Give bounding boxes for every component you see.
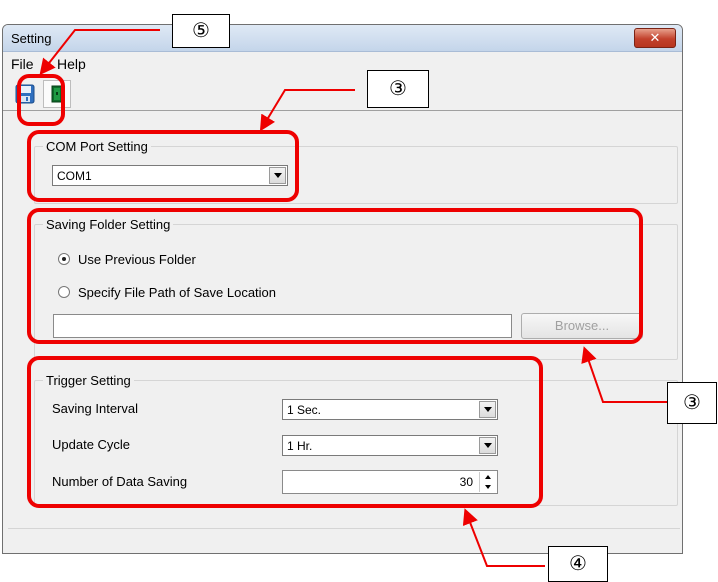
toolbar [3, 76, 682, 112]
highlight-save-button [17, 74, 65, 126]
title-bar: Setting ✕ [3, 25, 682, 52]
menu-help[interactable]: Help [57, 56, 86, 72]
callout-label-trigger: ④ [548, 546, 608, 582]
highlight-com-port [27, 130, 299, 202]
callout-label-com: ③ [367, 70, 429, 108]
highlight-trigger [27, 356, 543, 508]
menu-file[interactable]: File [11, 56, 34, 72]
window-title: Setting [11, 31, 52, 46]
toolbar-divider [3, 110, 682, 111]
close-button[interactable]: ✕ [634, 28, 676, 48]
callout-label-folder: ③ [667, 382, 717, 424]
callout-label-save: ⑤ [172, 14, 230, 48]
menu-bar: File Help [3, 52, 682, 76]
highlight-saving-folder [27, 208, 643, 344]
close-icon: ✕ [649, 30, 661, 45]
